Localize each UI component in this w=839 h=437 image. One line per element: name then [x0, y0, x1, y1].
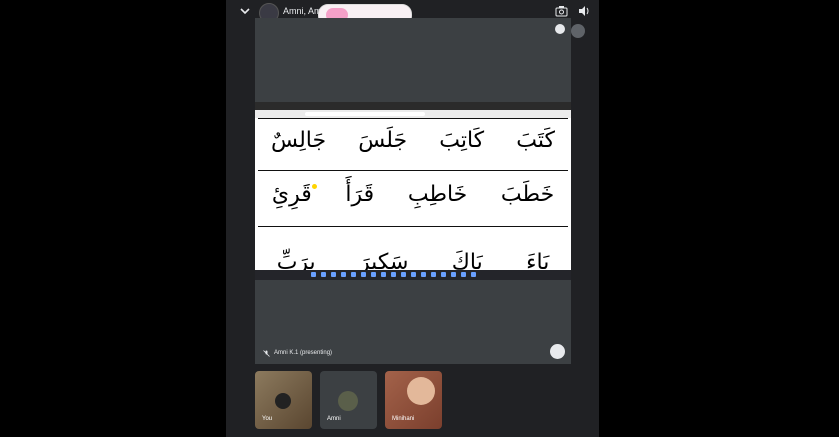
participant-avatar-blur — [571, 24, 585, 38]
chevron-down-icon[interactable] — [238, 4, 252, 18]
word: خَطَبَ — [500, 182, 555, 207]
mic-off-icon — [263, 349, 270, 357]
presentation-stage: كَتَبَ كَاتِبَ جَلَسَ جَالِسٌ خَطَبَ خَا… — [255, 18, 585, 364]
presenter-label: Amni K.1 (presenting) — [274, 350, 333, 356]
participant-tiles: You Amni Minihani — [255, 371, 443, 429]
pin-icon[interactable] — [555, 24, 565, 34]
fullscreen-icon[interactable] — [550, 344, 565, 359]
word: خَاطِبِ — [407, 182, 468, 207]
word: جَلَسَ — [358, 128, 408, 153]
worksheet-row-1: كَتَبَ كَاتِبَ جَلَسَ جَالِسٌ — [255, 128, 571, 153]
word: كَتَبَ — [516, 128, 555, 153]
participant-name: Minihani — [392, 416, 415, 422]
presenter-badge: Amni K.1 (presenting) — [259, 346, 336, 360]
word: قَرِئِ — [271, 182, 312, 207]
participant-tile-you[interactable]: You — [255, 371, 312, 429]
participant-tile-amni[interactable]: Amni — [320, 371, 377, 429]
speaker-icon[interactable] — [578, 5, 591, 17]
participant-name: You — [262, 416, 273, 422]
participant-tile-minihani[interactable]: Minihani — [385, 371, 442, 429]
word: قَرَأَ — [345, 182, 375, 207]
shared-screen: كَتَبَ كَاتِبَ جَلَسَ جَالِسٌ خَطَبَ خَا… — [255, 102, 571, 280]
word: جَالِسٌ — [271, 128, 327, 153]
windows-taskbar — [255, 270, 571, 280]
camera-flip-icon[interactable] — [555, 5, 568, 17]
meet-screen: Amni, Amni كَتَبَ كَاتِبَ جَلَسَ جَالِسٌ — [226, 0, 599, 437]
browser-tab-strip — [255, 102, 571, 110]
worksheet-row-2: خَطَبَ خَاطِبِ قَرَأَ قَرِئِ — [255, 182, 571, 207]
word: كَاتِبَ — [439, 128, 485, 153]
arabic-worksheet: كَتَبَ كَاتِبَ جَلَسَ جَالِسٌ خَطَبَ خَا… — [255, 118, 571, 275]
participant-name: Amni — [327, 416, 341, 422]
